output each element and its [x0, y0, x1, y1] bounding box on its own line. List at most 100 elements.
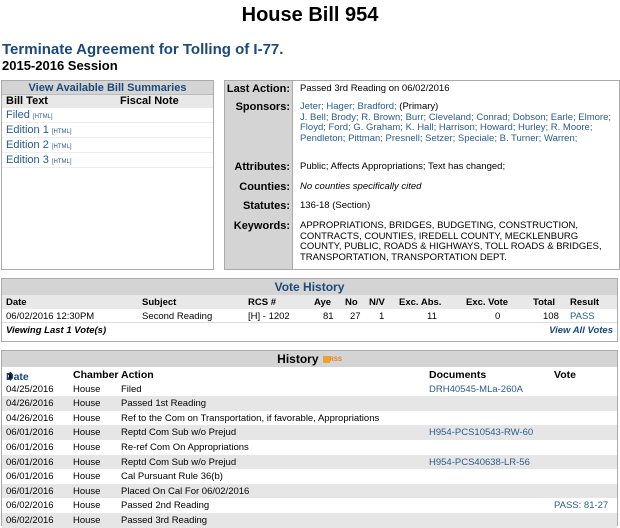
bill-text-item[interactable]: Edition 1 [HTML]	[2, 123, 213, 138]
bill-text-link[interactable]: Edition 2	[6, 139, 49, 151]
vote-no: 27	[350, 311, 361, 322]
history-row: 06/01/2016 House Reptd Com Sub w/o Prejud H…	[2, 425, 617, 440]
bill-text-item[interactable]: Filed [HTML]	[2, 108, 213, 123]
history-panel: History RSS ⬍ Date Chamber Action Document…	[1, 350, 618, 528]
history-date: 06/01/2016	[6, 456, 54, 468]
history-heading: History	[277, 352, 319, 366]
counties-value: No counties specifically cited	[300, 181, 422, 192]
bill-text-item[interactable]: Edition 3 [HTML]	[2, 153, 213, 168]
history-date: 06/02/2016	[6, 514, 54, 526]
vote-rcs: [H] - 1202	[248, 311, 290, 322]
col-aye: Aye	[314, 297, 332, 308]
history-row: 06/01/2016 House Placed On Cal For 06/02/2…	[2, 483, 617, 499]
vote-nv: 1	[379, 311, 385, 322]
bill-summaries-panel: View Available Bill Summaries Bill Text …	[1, 80, 214, 270]
history-heading-bar: History RSS	[2, 351, 617, 367]
history-date: 04/25/2016	[6, 383, 54, 395]
rss-icon[interactable]	[322, 356, 330, 364]
statutes-label: Statutes:	[242, 200, 290, 212]
history-date: 06/01/2016	[6, 427, 54, 439]
html-link[interactable]: [HTML]	[33, 114, 53, 120]
vote-history-header-row: Date Subject RCS # Aye No N/V Exc. Abs. …	[2, 295, 617, 309]
vote-history-panel: Vote History Date Subject RCS # Aye No N…	[1, 278, 618, 342]
history-action: Ref to the Com on Transportation, if fav…	[121, 412, 380, 424]
sponsors-label: Sponsors:	[235, 101, 290, 113]
history-action: Reptd Com Sub w/o Prejud	[121, 427, 237, 439]
view-bill-summaries-link[interactable]: View Available Bill Summaries	[2, 81, 213, 95]
col-exc-abs: Exc. Abs.	[399, 297, 442, 308]
bill-text-link[interactable]: Edition 3	[6, 154, 49, 166]
col-chamber: Chamber	[73, 369, 119, 381]
bill-text-link[interactable]: Filed	[6, 109, 30, 121]
history-chamber: House	[73, 456, 101, 468]
history-chamber: House	[73, 383, 101, 395]
history-action: Filed	[121, 383, 142, 395]
history-row: 06/01/2016 House Cal Pursuant Rule 36(b)	[2, 469, 617, 484]
history-chamber: House	[73, 412, 101, 424]
vote-row: 06/02/2016 12:30PM Second Reading [H] - …	[2, 309, 617, 323]
col-no: No	[345, 297, 358, 308]
vote-subject: Second Reading	[142, 311, 213, 322]
col-nv: N/V	[369, 297, 385, 308]
history-vote-link[interactable]: PASS: 81-27	[554, 500, 608, 511]
history-chamber: House	[73, 485, 101, 497]
col-vote: Vote	[554, 369, 576, 381]
fiscal-note-header: Fiscal Note	[120, 95, 179, 107]
history-action: Passed 3rd Reading	[121, 514, 208, 526]
history-chamber: House	[73, 471, 101, 483]
history-document-link[interactable]: DRH40545-MLa-260A	[429, 384, 523, 395]
history-date: 06/01/2016	[6, 471, 54, 483]
col-documents: Documents	[429, 369, 487, 381]
history-row: 06/01/2016 House Re-ref Com On Appropriati…	[2, 440, 617, 455]
attributes-value: Public; Affects Appropriations; Text has…	[300, 161, 506, 172]
col-total: Total	[533, 297, 555, 308]
bill-info-panel: Last Action: Passed 3rd Reading on 06/02…	[224, 80, 620, 270]
history-chamber: House	[73, 427, 101, 439]
last-action-value: Passed 3rd Reading on 06/02/2016	[300, 83, 450, 94]
history-chamber: House	[73, 500, 101, 512]
attributes-label: Attributes:	[234, 161, 290, 173]
bill-text-header: Bill Text	[6, 95, 48, 107]
history-action: Reptd Com Sub w/o Prejud	[121, 456, 237, 468]
history-date: 06/01/2016	[6, 441, 54, 453]
sponsors-list[interactable]: J. Bell; Brody; R. Brown; Burr; Clevelan…	[300, 112, 611, 144]
vote-exc-abs: 11	[427, 311, 437, 322]
history-document-link[interactable]: H954-PCS40638-LR-56	[429, 457, 530, 468]
html-link[interactable]: [HTML]	[52, 129, 72, 135]
statutes-value: 136-18 (Section)	[300, 200, 371, 211]
history-action: Passed 2nd Reading	[121, 500, 210, 512]
history-row: 04/25/2016 House Filed DRH40545-MLa-260A	[2, 382, 617, 397]
col-result: Result	[570, 297, 600, 308]
bill-text-item[interactable]: Edition 2 [HTML]	[2, 138, 213, 153]
history-row: 06/02/2016 House Passed 2nd Reading PASS: 8…	[2, 498, 617, 513]
vote-exc-vote: 0	[495, 311, 501, 322]
history-action: Cal Pursuant Rule 36(b)	[121, 471, 223, 483]
html-link[interactable]: [HTML]	[52, 159, 72, 165]
vote-total: 108	[543, 311, 559, 322]
history-document-link[interactable]: H954-PCS10543-RW-60	[429, 427, 533, 438]
history-action: Placed On Cal For 06/02/2016	[121, 485, 250, 497]
last-action-label: Last Action:	[226, 83, 290, 95]
html-link[interactable]: [HTML]	[52, 144, 72, 150]
history-date: 06/01/2016	[6, 485, 54, 497]
primary-tag: (Primary)	[399, 101, 439, 112]
history-row: 04/26/2016 House Passed 1st Reading	[2, 396, 617, 411]
history-row: 06/02/2016 House Passed 3rd Reading	[2, 512, 617, 528]
keywords-value: APPROPRIATIONS, BRIDGES, BUDGETING, CONS…	[300, 220, 602, 263]
history-action: Re-ref Com On Appropriations	[121, 441, 249, 453]
rss-link[interactable]: RSS	[330, 357, 342, 363]
primary-sponsors[interactable]: Jeter; Hager; Bradford;	[300, 101, 397, 112]
history-row: 06/01/2016 House Reptd Com Sub w/o Prejud H…	[2, 454, 617, 470]
bill-text-link[interactable]: Edition 1	[6, 124, 49, 136]
keywords-label: Keywords:	[233, 220, 290, 232]
col-action: Action	[121, 369, 154, 381]
col-subject: Subject	[142, 297, 177, 308]
vote-aye: 81	[323, 311, 334, 322]
history-row: 04/26/2016 House Ref to the Com on Transpo…	[2, 411, 617, 426]
col-rcs: RCS #	[248, 297, 276, 308]
history-date: 04/26/2016	[6, 412, 54, 424]
view-all-votes-link[interactable]: View All Votes	[549, 325, 613, 336]
col-exc-vote: Exc. Vote	[466, 297, 509, 308]
session-label: 2015-2016 Session	[2, 58, 118, 73]
vote-result-link[interactable]: PASS	[570, 311, 595, 322]
